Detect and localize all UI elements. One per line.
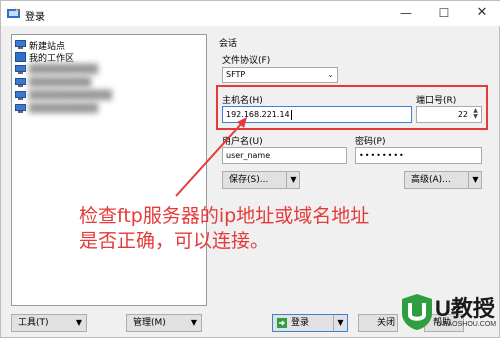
monitor-icon	[15, 40, 26, 50]
protocol-label: 文件协议(F)	[222, 56, 271, 66]
advanced-dropdown-arrow[interactable]: ▼	[468, 172, 482, 188]
password-value: ••••••••	[359, 151, 405, 160]
window-title: 登录	[25, 12, 45, 23]
annotation-line-2: 是否正确，可以连接。	[79, 230, 270, 252]
minimize-button[interactable]: —	[391, 4, 421, 22]
tree-item-site[interactable]: ████████████	[15, 90, 112, 102]
tree-item-label: ██████████	[29, 104, 99, 114]
login-icon	[277, 318, 287, 328]
site-tree[interactable]: 新建站点 我的工作区 ██████████ █████████ ████████…	[11, 34, 207, 306]
annotation-text: 检查ftp服务器的ip地址或域名地址 是否正确，可以连接。	[79, 204, 459, 254]
tools-button-label: 工具(T)	[18, 318, 49, 328]
close-window-button[interactable]: ✕	[467, 4, 497, 22]
manage-button[interactable]: 管理(M) ▼	[126, 314, 202, 332]
save-dropdown-arrow[interactable]: ▼	[286, 172, 300, 188]
monitor-icon	[15, 91, 26, 101]
login-dropdown-arrow[interactable]: ▼	[333, 315, 347, 331]
watermark-url: UJIAOSHOU.COM	[437, 321, 497, 328]
tree-item-workspace[interactable]: 我的工作区	[15, 51, 75, 64]
password-label: 密码(P)	[355, 137, 386, 147]
session-group-label: 会话	[219, 39, 238, 49]
close-button-label: 关闭	[377, 318, 396, 328]
save-button[interactable]: 保存(S)... ▼	[222, 171, 300, 189]
tree-item-label: 我的工作区	[29, 53, 75, 64]
login-button-label: 登录	[291, 318, 310, 328]
login-button[interactable]: 登录 ▼	[272, 314, 348, 332]
tree-item-site[interactable]: ██████████	[15, 64, 98, 76]
chevron-down-icon: ⌄	[327, 70, 334, 79]
maximize-button[interactable]: ☐	[429, 4, 459, 22]
tree-item-label: ██████████	[29, 65, 99, 75]
username-label: 用户名(U)	[222, 137, 263, 147]
username-value: user_name	[226, 151, 271, 160]
chevron-down-icon: ▼	[190, 318, 198, 327]
monitor-icon	[15, 65, 26, 75]
tree-item-new-site[interactable]: 新建站点	[15, 39, 65, 52]
highlight-box	[216, 85, 488, 130]
app-icon	[7, 7, 20, 18]
password-input[interactable]: ••••••••	[355, 147, 482, 164]
monitor-icon	[15, 78, 26, 88]
advanced-button[interactable]: 高级(A)... ▼	[404, 171, 482, 189]
tree-item-site[interactable]: █████████	[15, 77, 91, 89]
login-window: 登录 — ☐ ✕ 新建站点 我的工作区 ██████████ █████████…	[0, 0, 500, 338]
tools-button[interactable]: 工具(T) ▼	[11, 314, 87, 332]
chevron-down-icon: ▼	[75, 318, 83, 327]
annotation-line-1: 检查ftp服务器的ip地址或域名地址	[79, 205, 370, 227]
save-button-label: 保存(S)...	[229, 175, 269, 185]
protocol-select[interactable]: SFTP ⌄	[222, 67, 338, 83]
manage-button-label: 管理(M)	[133, 318, 166, 328]
watermark: U教授 UJIAOSHOU.COM	[401, 291, 497, 337]
watermark-brand: U教授	[435, 296, 495, 321]
monitor-icon	[15, 104, 26, 114]
tree-item-label: █████████	[29, 78, 92, 88]
shield-logo-icon	[402, 294, 432, 330]
tree-item-label: ████████████	[29, 91, 113, 101]
tree-item-site[interactable]: ██████████	[15, 103, 98, 115]
username-input[interactable]: user_name	[222, 147, 347, 164]
workspace-icon	[15, 52, 26, 62]
title-bar: 登录 — ☐ ✕	[1, 1, 500, 26]
advanced-button-label: 高级(A)...	[411, 175, 451, 185]
protocol-value: SFTP	[226, 70, 246, 79]
close-button[interactable]: 关闭	[358, 314, 398, 332]
